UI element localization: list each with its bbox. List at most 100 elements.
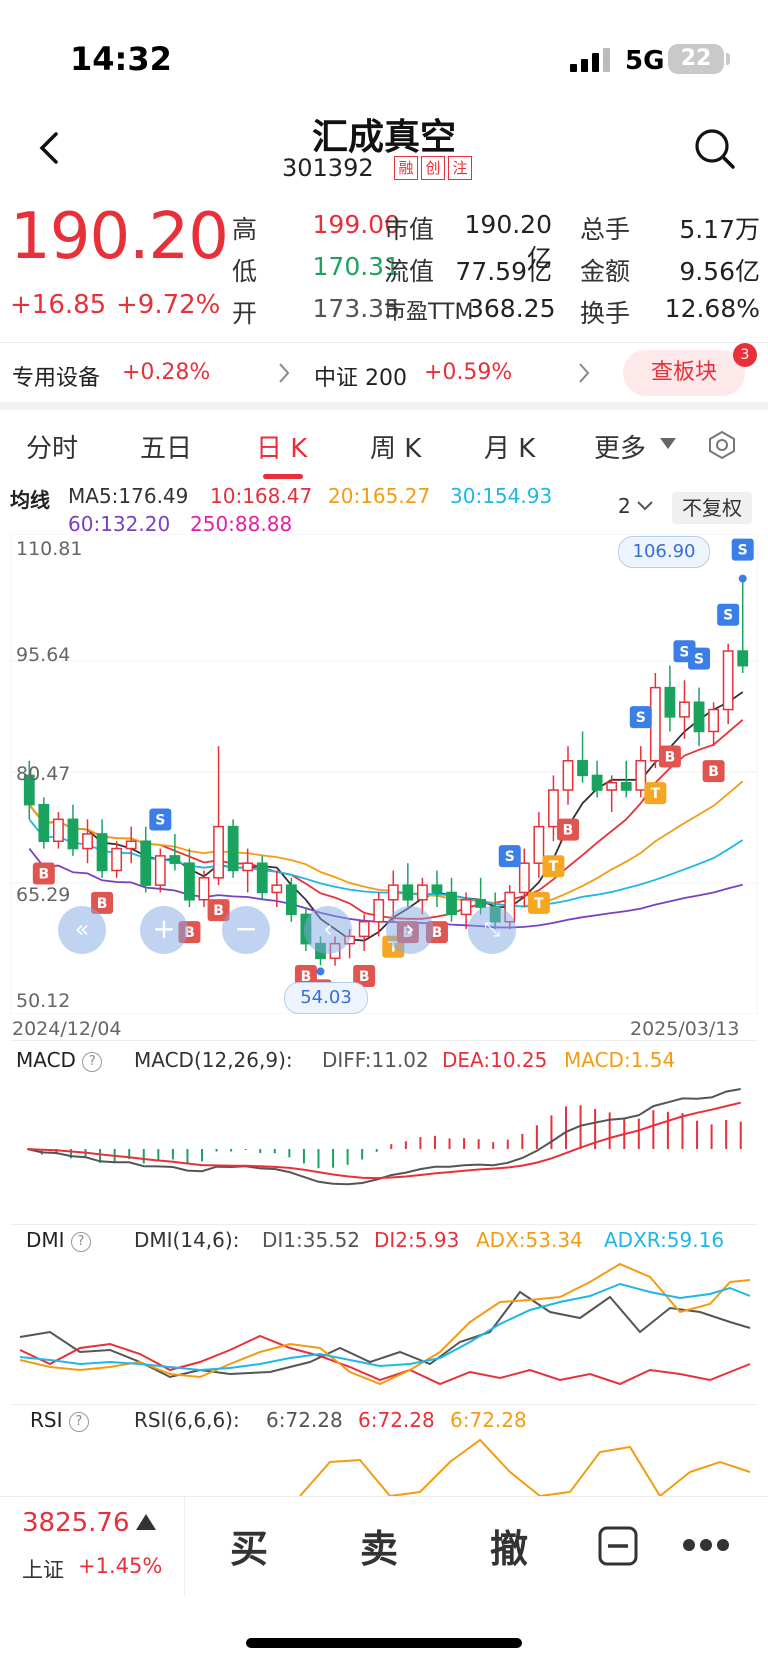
tag-registration[interactable]: 注 (448, 156, 472, 180)
candle-body (664, 686, 676, 718)
help-icon[interactable]: ? (68, 1411, 89, 1432)
value-amount: 9.56亿 (679, 257, 760, 286)
dmi-di1: DI1:35.52 (262, 1228, 361, 1252)
zoom-out-icon[interactable]: − (222, 906, 270, 954)
macd-params: MACD(12,26,9): (134, 1048, 293, 1072)
tab-monthly-k[interactable]: 月 K (484, 428, 535, 465)
tag-margin[interactable]: 融 (394, 156, 418, 180)
svg-text:B: B (708, 764, 719, 780)
tab-daily-k[interactable]: 日 K (256, 428, 307, 465)
svg-text:S: S (694, 652, 704, 668)
candle-body (154, 855, 166, 886)
chevron-down-icon[interactable] (636, 500, 654, 512)
kline-chart[interactable]: BBSBBBBBTBBSTTBSTBSSBSS (10, 534, 758, 1014)
candle-body (679, 701, 690, 718)
signal-marker: T (644, 782, 667, 805)
signal-marker: S (688, 647, 711, 670)
rsi-title[interactable]: RSI ? (30, 1408, 89, 1432)
stock-name: 汇成真空 (311, 117, 456, 158)
ma30-value: 30:154.93 (450, 484, 553, 508)
svg-text:T: T (651, 786, 661, 802)
minimize-icon[interactable] (598, 1526, 638, 1566)
candle-body (67, 818, 79, 850)
current-price: 190.20 (10, 200, 229, 274)
candle-body (533, 825, 545, 864)
svg-text:T: T (549, 859, 559, 875)
view-board-button[interactable]: 查板块 (623, 350, 745, 396)
candle-body (446, 891, 457, 916)
tab-more[interactable]: 更多 (594, 428, 646, 465)
value-volume: 5.17万 (679, 215, 760, 244)
signal-icon (570, 48, 610, 72)
candle-body (737, 650, 749, 667)
candle-body (184, 862, 195, 901)
candle-body (285, 884, 297, 916)
macd-title[interactable]: MACD ? (16, 1048, 103, 1072)
section-separator (0, 402, 768, 410)
candle-body (722, 650, 734, 711)
settings-icon[interactable] (707, 430, 737, 460)
dmi-title[interactable]: DMI ? (26, 1228, 91, 1252)
signal-marker: S (149, 808, 172, 831)
chevron-right-icon[interactable] (278, 362, 290, 384)
signal-marker: B (702, 760, 725, 783)
scroll-left-fast-icon[interactable]: « (58, 906, 106, 954)
index-name[interactable]: 中证 200 (314, 360, 407, 392)
ma-label[interactable]: 均线 (10, 484, 50, 513)
candle-body (198, 877, 210, 901)
signal-marker: B (32, 862, 55, 885)
dmi-adx: ADX:53.34 (476, 1228, 583, 1252)
expand-icon[interactable]: ⤡ (468, 906, 516, 954)
help-icon[interactable]: ? (82, 1051, 103, 1072)
tab-weekly-k[interactable]: 周 K (370, 428, 421, 465)
svg-text:B: B (97, 896, 108, 912)
search-icon[interactable] (692, 126, 736, 170)
dmi-chart[interactable] (10, 1252, 758, 1402)
index-value[interactable]: 3825.76 (22, 1508, 130, 1538)
ma-line (28, 691, 744, 942)
zoom-in-icon[interactable]: + (140, 906, 188, 954)
label-turnover: 换手 (580, 299, 631, 328)
tag-growth[interactable]: 创 (421, 156, 445, 180)
divider (10, 1224, 758, 1225)
index-pct-bottom: +1.45% (78, 1554, 163, 1578)
candle-body (649, 686, 661, 762)
rsi-params: RSI(6,6,6): (134, 1408, 240, 1432)
candle-body (242, 862, 254, 872)
chevron-right-icon[interactable] (578, 362, 590, 384)
price-change: +16.85 (10, 290, 107, 320)
scroll-left-icon[interactable]: ‹ (304, 906, 352, 954)
label-open: 开 (232, 299, 258, 328)
candle-body (82, 833, 93, 850)
ma60-value: 60:132.20 (68, 512, 171, 536)
svg-text:S: S (636, 710, 646, 726)
label-amount: 金额 (580, 257, 631, 286)
candle-body (52, 818, 64, 842)
candle-body (548, 789, 559, 828)
scroll-right-icon[interactable]: › (386, 906, 434, 954)
adjust-button[interactable]: 不复权 (672, 492, 752, 524)
buy-button[interactable]: 买 (230, 1518, 268, 1573)
period-selector[interactable]: 2 (618, 494, 631, 518)
y-tick-label: 110.81 (16, 538, 83, 560)
svg-text:B: B (213, 903, 224, 919)
macd-chart[interactable] (10, 1074, 758, 1224)
value-turnover: 12.68% (664, 294, 760, 323)
tab-five-day[interactable]: 五日 (140, 428, 192, 465)
tab-intraday[interactable]: 分时 (26, 428, 78, 465)
macd-dea: DEA:10.25 (442, 1048, 548, 1072)
sell-button[interactable]: 卖 (360, 1518, 398, 1573)
help-icon[interactable]: ? (70, 1231, 91, 1252)
label-high: 高 (232, 215, 258, 244)
more-icon[interactable] (682, 1538, 730, 1552)
board-badge: 3 (733, 343, 757, 367)
candle-body (591, 774, 603, 791)
sector-name[interactable]: 专用设备 (12, 360, 100, 392)
svg-text:B: B (359, 969, 370, 985)
caret-down-icon[interactable] (660, 438, 676, 450)
cancel-order-button[interactable]: 撤 (490, 1518, 528, 1573)
rsi-chart[interactable] (10, 1432, 758, 1496)
ma-line (28, 818, 744, 908)
dmi-params: DMI(14,6): (134, 1228, 240, 1252)
signal-marker: S (498, 845, 521, 868)
